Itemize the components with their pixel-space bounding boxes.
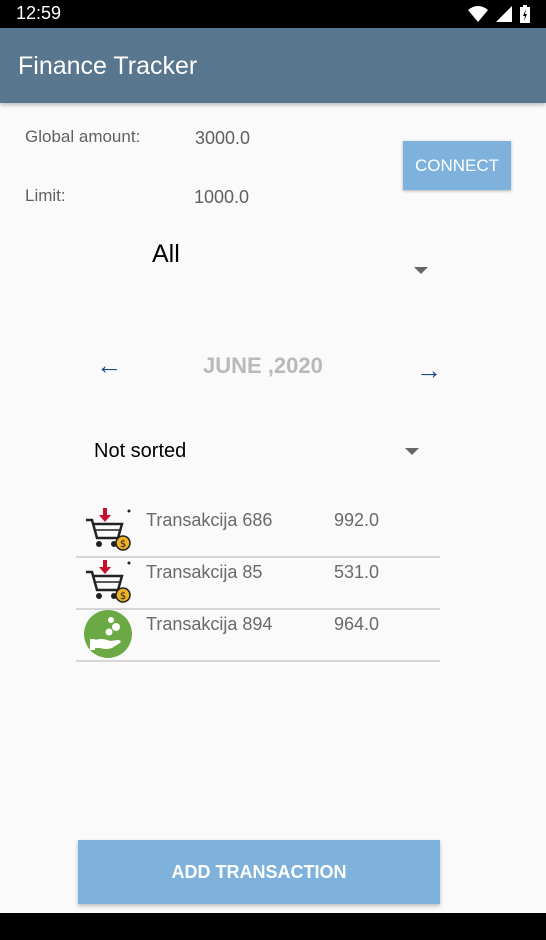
signal-icon — [496, 6, 512, 22]
limit-label: Limit: — [25, 186, 66, 205]
add-transaction-button[interactable]: ADD TRANSACTION — [78, 840, 440, 904]
chevron-down-icon — [405, 448, 419, 455]
transaction-name: Transakcija 894 — [146, 614, 273, 634]
month-label: JUNE ,2020 — [203, 353, 323, 378]
sort-value: Not sorted — [94, 440, 187, 462]
list-item[interactable]: Transakcija 894 964.0 — [76, 610, 440, 662]
category-filter-value: All — [152, 240, 180, 268]
svg-text:$: $ — [120, 591, 126, 602]
money-hand-icon — [84, 610, 132, 658]
transaction-amount: 992.0 — [334, 510, 380, 530]
battery-icon — [520, 5, 530, 23]
category-filter-spinner[interactable]: All — [140, 228, 440, 288]
list-item[interactable]: $ Transakcija 686 992.0 — [76, 506, 440, 558]
navigation-bar — [0, 913, 546, 940]
status-bar: 12:59 — [0, 0, 546, 28]
transaction-name: Transakcija 85 — [146, 562, 263, 582]
chevron-down-icon — [414, 267, 428, 274]
app-title: Finance Tracker — [18, 52, 198, 80]
connect-button[interactable]: CONNECT — [403, 141, 511, 190]
status-time: 12:59 — [16, 3, 62, 23]
app-bar: Finance Tracker — [0, 28, 546, 103]
sort-spinner[interactable]: Not sorted — [80, 430, 430, 476]
transaction-list: $ Transakcija 686 992.0 $ Transakcija 85… — [76, 506, 440, 662]
transaction-name: Transakcija 686 — [146, 510, 273, 530]
status-icons — [468, 5, 530, 23]
transaction-amount: 964.0 — [334, 614, 380, 634]
transaction-amount: 531.0 — [334, 562, 380, 582]
shopping-cart-icon: $ — [86, 560, 131, 603]
prev-month-arrow[interactable]: ← — [96, 350, 122, 381]
list-item[interactable]: $ Transakcija 85 531.0 — [76, 558, 440, 610]
wifi-icon — [468, 6, 488, 22]
global-amount-value: 3000.0 — [195, 128, 251, 148]
next-month-arrow[interactable]: → — [416, 355, 442, 386]
global-amount-label: Global amount: — [25, 127, 141, 146]
svg-text:$: $ — [120, 539, 126, 550]
shopping-cart-icon: $ — [86, 508, 131, 551]
limit-value: 1000.0 — [194, 187, 250, 207]
